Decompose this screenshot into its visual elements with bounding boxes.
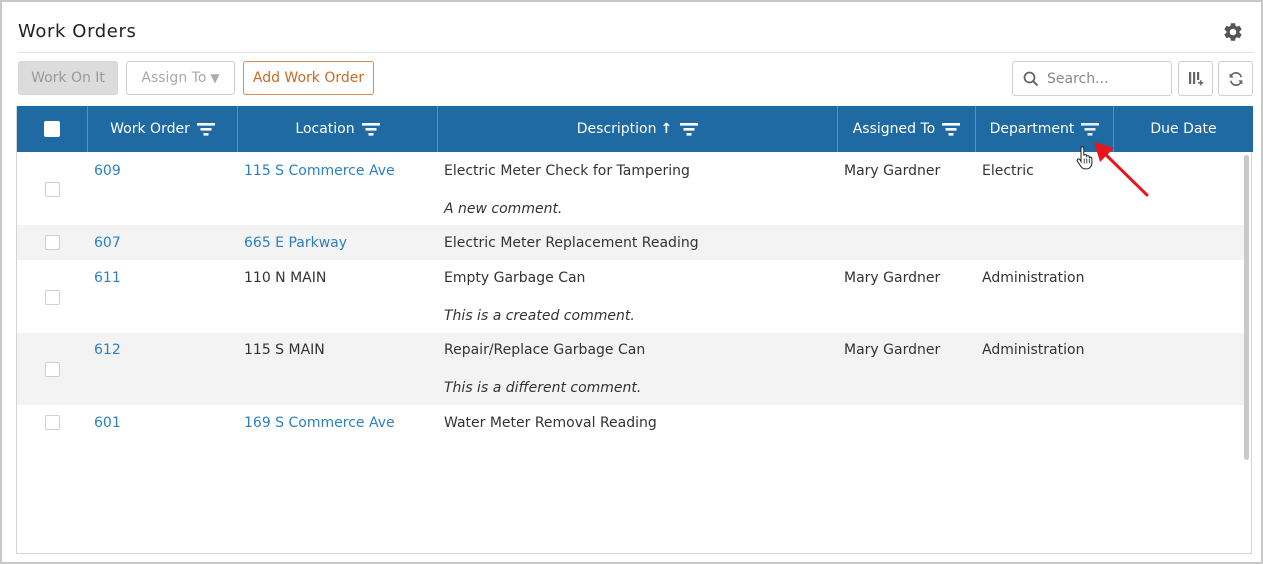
location-link[interactable]: 665 E Parkway — [244, 235, 347, 251]
filter-icon[interactable] — [196, 122, 215, 136]
sort-ascending-icon: ↑ — [660, 121, 673, 137]
caret-down-icon: ▼ — [210, 71, 220, 85]
refresh-button[interactable] — [1218, 61, 1253, 96]
row-checkbox[interactable] — [45, 235, 60, 250]
description-text: Electric Meter Replacement Reading — [444, 235, 699, 251]
table-row[interactable]: 609 115 S Commerce Ave Electric Meter Ch… — [17, 152, 1246, 225]
department-text: Administration — [982, 270, 1085, 286]
page-title: Work Orders — [18, 21, 137, 42]
work-orders-table: Work Order Location Description ↑ Assign… — [16, 106, 1253, 554]
column-chooser-button[interactable] — [1178, 61, 1213, 96]
header-assigned-to[interactable]: Assigned To — [838, 106, 976, 152]
annotation-arrow-icon — [1094, 142, 1149, 197]
search-box[interactable] — [1012, 61, 1172, 96]
header-description[interactable]: Description ↑ — [438, 106, 838, 152]
table-header: Work Order Location Description ↑ Assign… — [17, 106, 1253, 152]
table-body: 609 115 S Commerce Ave Electric Meter Ch… — [17, 152, 1253, 554]
location-link[interactable]: 115 S Commerce Ave — [244, 163, 395, 179]
search-icon — [1023, 71, 1039, 86]
add-work-order-label: Add Work Order — [252, 70, 365, 86]
location-link[interactable]: 169 S Commerce Ave — [244, 415, 395, 431]
work-order-link[interactable]: 601 — [94, 415, 121, 431]
header-label: Location — [295, 121, 355, 137]
gear-icon[interactable] — [1222, 21, 1244, 43]
assign-to-dropdown[interactable]: Assign To ▼ — [126, 61, 235, 95]
description-text: Repair/Replace Garbage Can — [444, 342, 646, 358]
work-order-link[interactable]: 607 — [94, 235, 121, 251]
assigned-to-text: Mary Gardner — [844, 270, 941, 286]
department-text: Administration — [982, 342, 1085, 358]
table-row[interactable]: 611 110 N MAIN Empty Garbage Can This is… — [17, 260, 1246, 333]
comment-text: This is a different comment. — [444, 380, 642, 396]
header-location[interactable]: Location — [238, 106, 438, 152]
work-on-it-label: Work On It — [31, 70, 105, 86]
vertical-scrollbar[interactable] — [1244, 155, 1249, 460]
description-text: Empty Garbage Can — [444, 270, 586, 286]
filter-icon[interactable] — [942, 122, 961, 136]
header-label: Department — [989, 121, 1075, 137]
table-row[interactable]: 607 665 E Parkway Electric Meter Replace… — [17, 225, 1246, 260]
title-divider — [18, 52, 1254, 53]
description-text: Water Meter Removal Reading — [444, 415, 657, 431]
add-column-icon — [1188, 71, 1203, 85]
assign-to-label: Assign To — [141, 70, 207, 86]
add-work-order-button[interactable]: Add Work Order — [243, 61, 374, 95]
table-row[interactable]: 601 169 S Commerce Ave Water Meter Remov… — [17, 405, 1246, 441]
work-order-link[interactable]: 609 — [94, 163, 121, 179]
location-text: 115 S MAIN — [244, 342, 325, 358]
header-label: Assigned To — [852, 121, 936, 137]
row-checkbox[interactable] — [45, 182, 60, 197]
row-checkbox[interactable] — [45, 290, 60, 305]
description-text: Electric Meter Check for Tampering — [444, 163, 690, 179]
hand-cursor-icon — [1076, 146, 1093, 170]
search-input[interactable] — [1047, 70, 1167, 87]
work-on-it-button[interactable]: Work On It — [18, 61, 118, 95]
department-text: Electric — [982, 163, 1034, 179]
assigned-to-text: Mary Gardner — [844, 163, 941, 179]
header-work-order[interactable]: Work Order — [88, 106, 238, 152]
header-label: Description — [576, 121, 657, 137]
comment-text: This is a created comment. — [444, 308, 635, 324]
header-label: Work Order — [110, 121, 190, 137]
work-order-link[interactable]: 612 — [94, 342, 121, 358]
work-order-link[interactable]: 611 — [94, 270, 121, 286]
refresh-icon — [1229, 71, 1242, 86]
comment-text: A new comment. — [444, 201, 563, 217]
row-checkbox[interactable] — [45, 362, 60, 377]
assigned-to-text: Mary Gardner — [844, 342, 941, 358]
select-all-checkbox[interactable] — [44, 121, 60, 137]
filter-icon[interactable] — [680, 122, 699, 136]
header-select-all — [17, 106, 88, 152]
table-row[interactable]: 612 115 S MAIN Repair/Replace Garbage Ca… — [17, 333, 1246, 405]
row-checkbox[interactable] — [45, 415, 60, 430]
header-label: Due Date — [1150, 121, 1217, 137]
location-text: 110 N MAIN — [244, 270, 327, 286]
filter-icon[interactable] — [361, 122, 380, 136]
